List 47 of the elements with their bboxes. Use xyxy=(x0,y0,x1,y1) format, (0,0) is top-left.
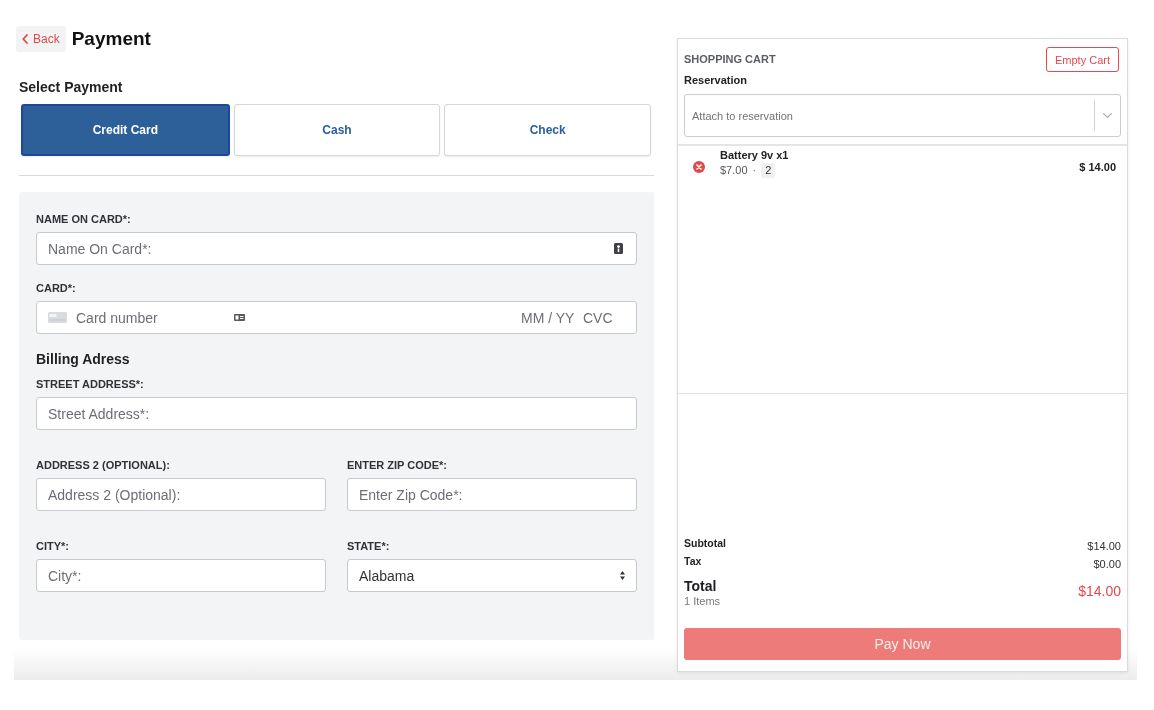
total-label: Total xyxy=(684,578,717,595)
empty-cart-button[interactable]: Empty Cart xyxy=(1046,47,1119,72)
field-label: ADDRESS 2 (OPTIONAL): xyxy=(36,458,170,472)
field-label: STATE*: xyxy=(347,539,390,553)
field-label: STREET ADDRESS*: xyxy=(36,377,144,391)
city-field[interactable]: City*: xyxy=(36,559,326,592)
separator-dot: · xyxy=(752,164,757,176)
credit-card-icon xyxy=(48,312,67,323)
name-on-card-field[interactable]: Name On Card*: xyxy=(36,232,637,265)
expiry-input[interactable]: MM / YY xyxy=(521,307,577,328)
id-card-icon xyxy=(234,314,245,321)
tax-value: $0.00 xyxy=(1093,558,1121,570)
item-count: 1 Items xyxy=(684,595,721,608)
subtotal-label: Subtotal xyxy=(684,537,726,549)
card-number-input[interactable]: Card number xyxy=(76,307,231,328)
total-value: $14.00 xyxy=(1078,583,1121,600)
payment-method-tab[interactable]: Credit Card xyxy=(21,104,230,156)
card-field[interactable]: Card number MM / YY CVC xyxy=(36,301,637,334)
reservation-select[interactable]: Attach to reservation xyxy=(684,94,1121,137)
zip-code-field[interactable]: Enter Zip Code*: xyxy=(347,478,637,511)
item-name: Battery 9v x1 xyxy=(720,148,789,162)
street-address-field[interactable]: Street Address*: xyxy=(36,397,637,430)
page-title: Payment xyxy=(71,28,151,50)
field-label: CITY*: xyxy=(36,539,69,553)
keyhole-icon xyxy=(614,243,623,254)
up-down-caret-icon xyxy=(620,571,625,580)
payment-method-tab[interactable]: Check xyxy=(444,104,651,156)
cvc-input[interactable]: CVC xyxy=(583,307,615,328)
back-button[interactable]: Back xyxy=(16,26,66,52)
address-line-2-field[interactable]: Address 2 (Optional): xyxy=(36,478,326,511)
tax-label: Tax xyxy=(684,555,702,567)
field-label: Reservation xyxy=(684,73,747,87)
section-heading: Select Payment xyxy=(19,79,123,96)
item-quantity: 2 xyxy=(761,162,776,178)
payment-method-tab[interactable]: Cash xyxy=(233,104,441,156)
chevron-left-icon xyxy=(22,34,28,44)
item-total: $ 14.00 xyxy=(1079,160,1116,174)
chevron-down-icon xyxy=(1103,113,1112,118)
field-label: NAME ON CARD*: xyxy=(36,212,131,226)
subtotal-value: $14.00 xyxy=(1087,540,1121,552)
state-select[interactable]: Alabama xyxy=(347,559,637,592)
section-heading: Billing Adress xyxy=(36,351,130,368)
remove-icon[interactable] xyxy=(693,161,705,173)
field-label: ENTER ZIP CODE*: xyxy=(347,458,448,472)
cart-title: SHOPPING CART xyxy=(684,52,776,66)
item-unit-price: $7.00 xyxy=(720,164,748,176)
field-label: CARD*: xyxy=(36,281,76,295)
